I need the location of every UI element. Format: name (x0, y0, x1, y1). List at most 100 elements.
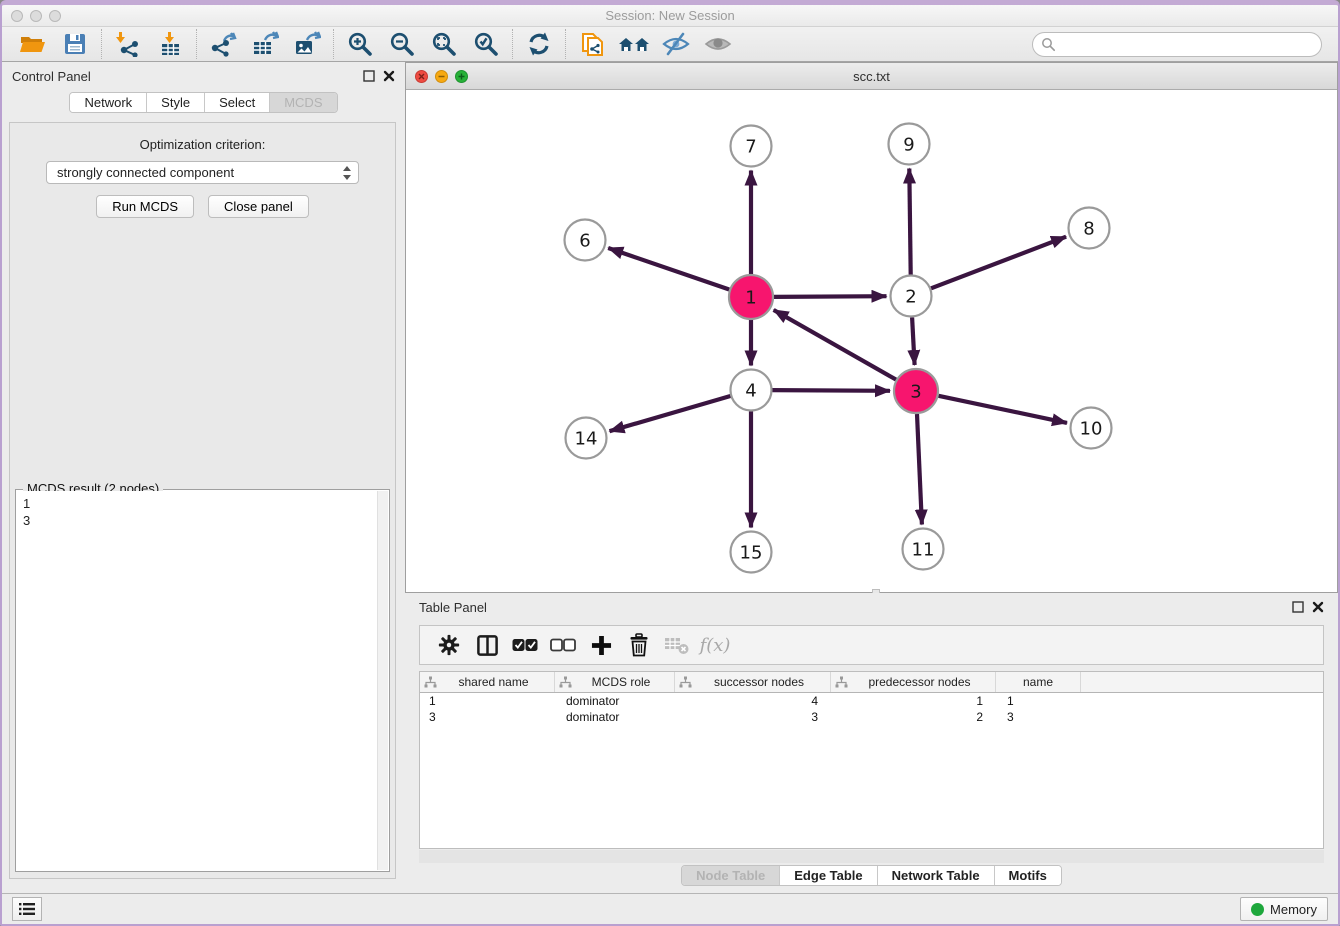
zoom-selected-button[interactable] (465, 29, 507, 59)
export-image-button[interactable] (286, 29, 328, 59)
open-file-button[interactable] (12, 29, 54, 59)
dropdown-stepper-icon (342, 165, 352, 181)
tab-mcds[interactable]: MCDS (270, 93, 336, 112)
split-pane-icon (476, 634, 499, 657)
split-pane-button[interactable] (468, 629, 506, 661)
tab-select[interactable]: Select (205, 93, 270, 112)
toolbar-separator (565, 29, 566, 59)
first-neighbors-button[interactable] (613, 29, 655, 59)
tab-edge-table[interactable]: Edge Table (780, 866, 877, 885)
close-panel-icon[interactable] (1312, 601, 1324, 613)
edge-3-11[interactable] (917, 414, 922, 525)
mcds-result-text[interactable]: 1 3 (17, 491, 377, 870)
close-panel-button[interactable]: Close panel (208, 195, 309, 218)
search-input[interactable] (1061, 37, 1313, 52)
cell-mcds-role[interactable]: dominator (555, 694, 675, 708)
network-close-button[interactable] (415, 70, 428, 83)
network-view-titlebar[interactable]: scc.txt (406, 63, 1337, 90)
tab-network-table[interactable]: Network Table (878, 866, 995, 885)
select-all-button[interactable] (506, 629, 544, 661)
edge-4-14[interactable] (610, 396, 731, 431)
duplicate-network-button[interactable] (571, 29, 613, 59)
node-label-6: 6 (579, 230, 590, 251)
edge-4-3[interactable] (773, 390, 891, 391)
delete-column-button[interactable] (620, 629, 658, 661)
network-maximize-button[interactable] (455, 70, 468, 83)
cell-name[interactable]: 3 (996, 710, 1081, 724)
show-panels-button[interactable] (12, 897, 42, 921)
column-header-shared-name[interactable]: shared name (420, 672, 555, 692)
tab-node-table[interactable]: Node Table (682, 866, 780, 885)
show-all-button[interactable] (697, 29, 739, 59)
column-header-successor-nodes[interactable]: successor nodes (675, 672, 831, 692)
network-canvas[interactable]: 1234678910111415 (406, 90, 1337, 592)
add-column-button[interactable] (582, 629, 620, 661)
node-label-3: 3 (910, 381, 921, 402)
zoom-fit-button[interactable] (423, 29, 465, 59)
table-toolbar: f(x) (419, 625, 1324, 665)
cell-mcds-role[interactable]: dominator (555, 710, 675, 724)
close-panel-icon[interactable] (383, 70, 395, 82)
function-builder-button[interactable]: f(x) (696, 629, 734, 661)
edge-1-2[interactable] (774, 296, 887, 297)
memory-button[interactable]: Memory (1240, 897, 1328, 921)
table-settings-button[interactable] (430, 629, 468, 661)
tab-style[interactable]: Style (147, 93, 205, 112)
zoom-in-button[interactable] (339, 29, 381, 59)
edge-2-9[interactable] (909, 169, 910, 275)
node-label-11: 11 (912, 539, 935, 560)
open-folder-icon (19, 31, 47, 57)
column-header-name[interactable]: name (996, 672, 1081, 692)
edge-2-8[interactable] (931, 237, 1066, 289)
run-mcds-button[interactable]: Run MCDS (96, 195, 194, 218)
cell-shared-name[interactable]: 1 (420, 694, 555, 708)
cell-successor-nodes[interactable]: 3 (675, 710, 831, 724)
zoom-in-icon (347, 31, 373, 57)
column-header-predecessor-nodes[interactable]: predecessor nodes (831, 672, 996, 692)
eye-slash-icon (662, 31, 690, 57)
main-area: Control Panel Network Style Select MCDS … (2, 62, 1338, 893)
cell-successor-nodes[interactable]: 4 (675, 694, 831, 708)
export-network-button[interactable] (202, 29, 244, 59)
save-session-button[interactable] (54, 29, 96, 59)
toolbar-separator (512, 29, 513, 59)
cell-predecessor-nodes[interactable]: 1 (831, 694, 996, 708)
mcds-panel-body: Optimization criterion: strongly connect… (9, 122, 396, 879)
duplicate-network-icon (579, 30, 605, 58)
edge-3-10[interactable] (939, 396, 1068, 423)
node-label-14: 14 (575, 428, 598, 449)
criterion-dropdown[interactable]: strongly connected component (46, 161, 359, 184)
deselect-all-button[interactable] (544, 629, 582, 661)
tab-motifs[interactable]: Motifs (995, 866, 1061, 885)
cell-predecessor-nodes[interactable]: 2 (831, 710, 996, 724)
table-row[interactable]: 1 dominator 4 1 1 (420, 693, 1323, 709)
delete-table-button[interactable] (658, 629, 696, 661)
column-header-mcds-role[interactable]: MCDS role (555, 672, 675, 692)
import-network-button[interactable] (107, 29, 149, 59)
import-table-button[interactable] (149, 29, 191, 59)
node-label-4: 4 (745, 380, 756, 401)
export-table-button[interactable] (244, 29, 286, 59)
network-minimize-button[interactable] (435, 70, 448, 83)
hide-selected-button[interactable] (655, 29, 697, 59)
optimization-criterion-label: Optimization criterion: (10, 137, 395, 152)
control-panel: Control Panel Network Style Select MCDS … (2, 62, 405, 893)
main-toolbar (2, 27, 1338, 62)
cell-name[interactable]: 1 (996, 694, 1081, 708)
edge-2-3[interactable] (912, 318, 915, 366)
column-type-icon (559, 676, 572, 688)
edge-1-6[interactable] (608, 248, 729, 290)
refresh-view-button[interactable] (518, 29, 560, 59)
column-type-icon (424, 676, 437, 688)
network-view-title: scc.txt (406, 69, 1337, 84)
zoom-fit-icon (431, 31, 457, 57)
table-row[interactable]: 3 dominator 3 2 3 (420, 709, 1323, 725)
result-scrollbar[interactable] (377, 491, 388, 870)
tab-network[interactable]: Network (70, 93, 147, 112)
cell-shared-name[interactable]: 3 (420, 710, 555, 724)
app-window: Session: New Session (0, 0, 1340, 926)
float-panel-icon[interactable] (363, 70, 375, 82)
zoom-out-button[interactable] (381, 29, 423, 59)
edge-3-1[interactable] (774, 310, 896, 380)
float-panel-icon[interactable] (1292, 601, 1304, 613)
